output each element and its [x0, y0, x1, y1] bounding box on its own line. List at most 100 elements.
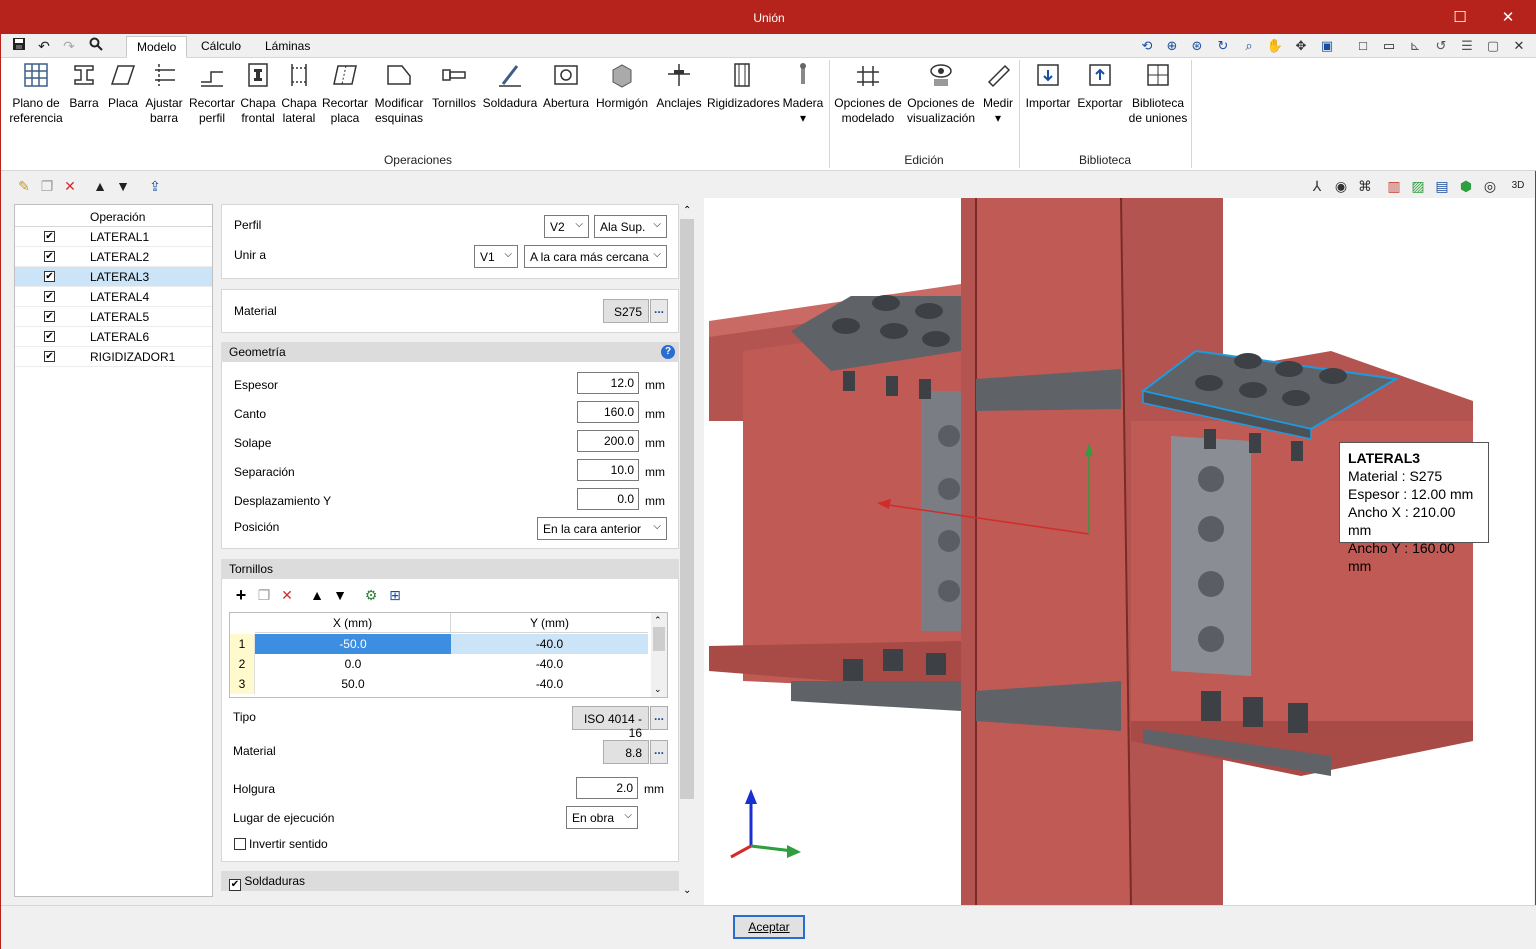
delete-icon[interactable]: ✕ [61, 177, 79, 195]
delete-icon[interactable]: ✕ [278, 586, 296, 604]
separacion-input[interactable]: 10.0 [577, 459, 639, 481]
section-icon[interactable]: ▥ [1385, 177, 1403, 195]
soldadura-button[interactable]: Soldadura [481, 62, 539, 111]
scroll-thumb[interactable] [680, 219, 694, 799]
grid-view-icon[interactable]: ▤ [1433, 177, 1451, 195]
fit-window-icon[interactable]: ▣ [1317, 37, 1337, 55]
recortar-perfil-button[interactable]: Recortar perfil [187, 62, 237, 126]
holgura-input[interactable]: 2.0 [576, 777, 638, 799]
bolt-pattern-icon[interactable]: ⚙ [362, 586, 380, 604]
ala-select[interactable]: Ala Sup. ⌵ [594, 215, 667, 238]
grid-pattern-icon[interactable]: ⊞ [386, 586, 404, 604]
opciones-visualizacion-button[interactable]: Opciones de visualización [905, 62, 977, 126]
undo-icon[interactable]: ↶ [35, 37, 53, 55]
tab-calculo[interactable]: Cálculo [191, 36, 251, 58]
abertura-button[interactable]: Abertura [541, 62, 591, 111]
modificar-esquinas-button[interactable]: Modificar esquinas [371, 62, 427, 126]
reset-icon[interactable]: ↺ [1431, 37, 1451, 55]
importar-button[interactable]: Importar [1023, 62, 1073, 111]
lugar-select[interactable]: En obra ⌵ [566, 806, 638, 829]
copy-icon[interactable]: ❐ [38, 177, 56, 195]
checkbox[interactable]: ✔ [44, 311, 55, 322]
chapa-frontal-button[interactable]: Chapa frontal [239, 62, 277, 126]
chevron-down-icon[interactable]: ⌄ [654, 684, 662, 695]
table-row[interactable]: 2 0.0 -40.0 [230, 654, 651, 674]
search-icon[interactable] [87, 37, 105, 55]
bolt-material-browse-button[interactable]: ... [650, 740, 668, 764]
chapa-lateral-button[interactable]: Chapa lateral [279, 62, 319, 126]
copy-icon[interactable]: ❐ [255, 586, 273, 604]
close-button[interactable]: ✕ [1493, 7, 1523, 29]
checkbox[interactable]: ✔ [44, 331, 55, 342]
scroll-thumb[interactable] [653, 627, 665, 651]
tab-laminas[interactable]: Láminas [255, 36, 320, 58]
list-item[interactable]: ✔ RIGIDIZADOR1 [15, 347, 212, 367]
plane-icon[interactable]: ▨ [1409, 177, 1427, 195]
plano-referencia-button[interactable]: Plano de referencia [9, 62, 63, 126]
invertir-checkbox[interactable] [234, 838, 246, 850]
list-item[interactable]: ✔ LATERAL2 [15, 247, 212, 267]
placa-button[interactable]: Placa [105, 62, 141, 111]
desplazamiento-input[interactable]: 0.0 [577, 488, 639, 510]
hide-icon[interactable]: ◎ [1481, 177, 1499, 195]
table-row[interactable]: 1 -50.0 -40.0 [230, 634, 651, 654]
tipo-value-button[interactable]: ISO 4014 - 16 [572, 706, 649, 740]
chevron-down-icon[interactable]: ⌄ [683, 885, 691, 896]
ruler-icon[interactable]: ▭ [1379, 37, 1399, 55]
biblioteca-uniones-button[interactable]: Biblioteca de uniones [1127, 62, 1189, 126]
export-item-icon[interactable]: ⇪ [146, 177, 164, 195]
espesor-input[interactable]: 12.0 [577, 372, 639, 394]
tab-modelo[interactable]: Modelo [126, 36, 188, 58]
move-down-icon[interactable]: ▼ [114, 177, 132, 195]
madera-button[interactable]: Madera ▾ [779, 62, 827, 126]
tornillos-button[interactable]: Tornillos [429, 62, 479, 111]
save-icon[interactable] [10, 37, 28, 55]
soldaduras-checkbox[interactable]: ✔ [229, 879, 241, 891]
checkbox[interactable]: ✔ [44, 231, 55, 242]
barra-button[interactable]: Barra [65, 62, 103, 111]
canto-input[interactable]: 160.0 [577, 401, 639, 423]
edit-pencil-icon[interactable]: ✎ [15, 177, 33, 195]
move-down-icon[interactable]: ▼ [331, 586, 349, 604]
opciones-modelado-button[interactable]: Opciones de modelado [833, 62, 903, 126]
exportar-button[interactable]: Exportar [1075, 62, 1125, 111]
zoom-in-icon[interactable]: ⊛ [1187, 37, 1207, 55]
list-item[interactable]: ✔ LATERAL6 [15, 327, 212, 347]
checkbox[interactable]: ✔ [44, 351, 55, 362]
list-item-selected[interactable]: ✔ LATERAL3 [15, 267, 212, 287]
visibility-icon[interactable]: ◉ [1332, 177, 1350, 195]
ajustar-barra-button[interactable]: Ajustar barra [143, 62, 185, 126]
material-value-button[interactable]: S275 [603, 299, 649, 323]
rigidizadores-button[interactable]: Rigidizadores [707, 62, 780, 111]
help-icon[interactable]: ? [661, 345, 675, 359]
list-item[interactable]: ✔ LATERAL5 [15, 307, 212, 327]
square-icon[interactable]: □ [1353, 37, 1373, 55]
refresh-view-icon[interactable]: ↻ [1213, 37, 1233, 55]
table-scrollbar[interactable]: ⌃ ⌄ [651, 613, 667, 697]
hormigon-button[interactable]: Hormigón [593, 62, 651, 111]
solape-input[interactable]: 200.0 [577, 430, 639, 452]
posicion-select[interactable]: En la cara anterior ⌵ [537, 517, 667, 540]
tools-icon[interactable]: ✕ [1509, 37, 1529, 55]
chevron-up-icon[interactable]: ⌃ [654, 615, 662, 626]
zoom-window-icon[interactable]: ⌕ [1239, 37, 1259, 55]
pan-hand-icon[interactable]: ✋ [1265, 37, 1285, 55]
axes-icon[interactable]: ⊾ [1405, 37, 1425, 55]
cara-select[interactable]: A la cara más cercana ⌵ [524, 245, 667, 268]
zoom-all-icon[interactable]: ⊕ [1162, 37, 1182, 55]
maximize-button[interactable]: ☐ [1445, 7, 1475, 29]
table-row[interactable]: 3 50.0 -40.0 [230, 674, 651, 694]
material-browse-button[interactable]: ... [650, 299, 668, 323]
bolt-material-button[interactable]: 8.8 [603, 740, 649, 764]
unir-select[interactable]: V1 ⌵ [474, 245, 518, 268]
move-up-icon[interactable]: ▲ [91, 177, 109, 195]
move-up-icon[interactable]: ▲ [308, 586, 326, 604]
solid-view-icon[interactable]: ⬢ [1457, 177, 1475, 195]
report-icon[interactable]: ☰ [1457, 37, 1477, 55]
checkbox[interactable]: ✔ [44, 251, 55, 262]
redo-icon[interactable]: ↷ [60, 37, 78, 55]
checkbox[interactable]: ✔ [44, 291, 55, 302]
medir-button[interactable]: Medir ▾ [979, 62, 1017, 126]
add-icon[interactable]: + [232, 586, 250, 604]
list-item[interactable]: ✔ LATERAL4 [15, 287, 212, 307]
